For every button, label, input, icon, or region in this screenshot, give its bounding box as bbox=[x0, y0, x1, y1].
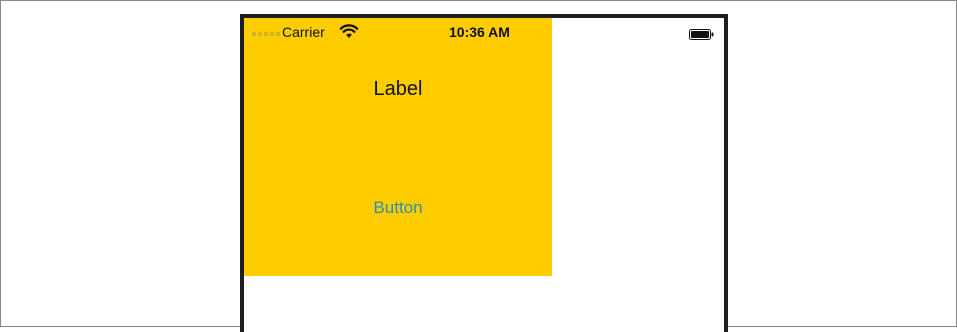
main-button[interactable]: Button bbox=[348, 198, 448, 224]
carrier-name: Carrier bbox=[282, 24, 325, 40]
device-screen: Label Button Carrier 10:36 AM bbox=[240, 14, 728, 332]
status-time: 10:36 AM bbox=[449, 24, 510, 40]
screenshot-frame: Label Button Carrier 10:36 AM bbox=[0, 0, 957, 332]
yellow-view: Label Button bbox=[244, 18, 552, 276]
battery-icon bbox=[689, 27, 714, 40]
wifi-icon bbox=[339, 24, 359, 39]
signal-dots-icon bbox=[252, 32, 280, 36]
main-label: Label bbox=[373, 78, 423, 100]
status-bar: Carrier 10:36 AM bbox=[244, 18, 724, 44]
